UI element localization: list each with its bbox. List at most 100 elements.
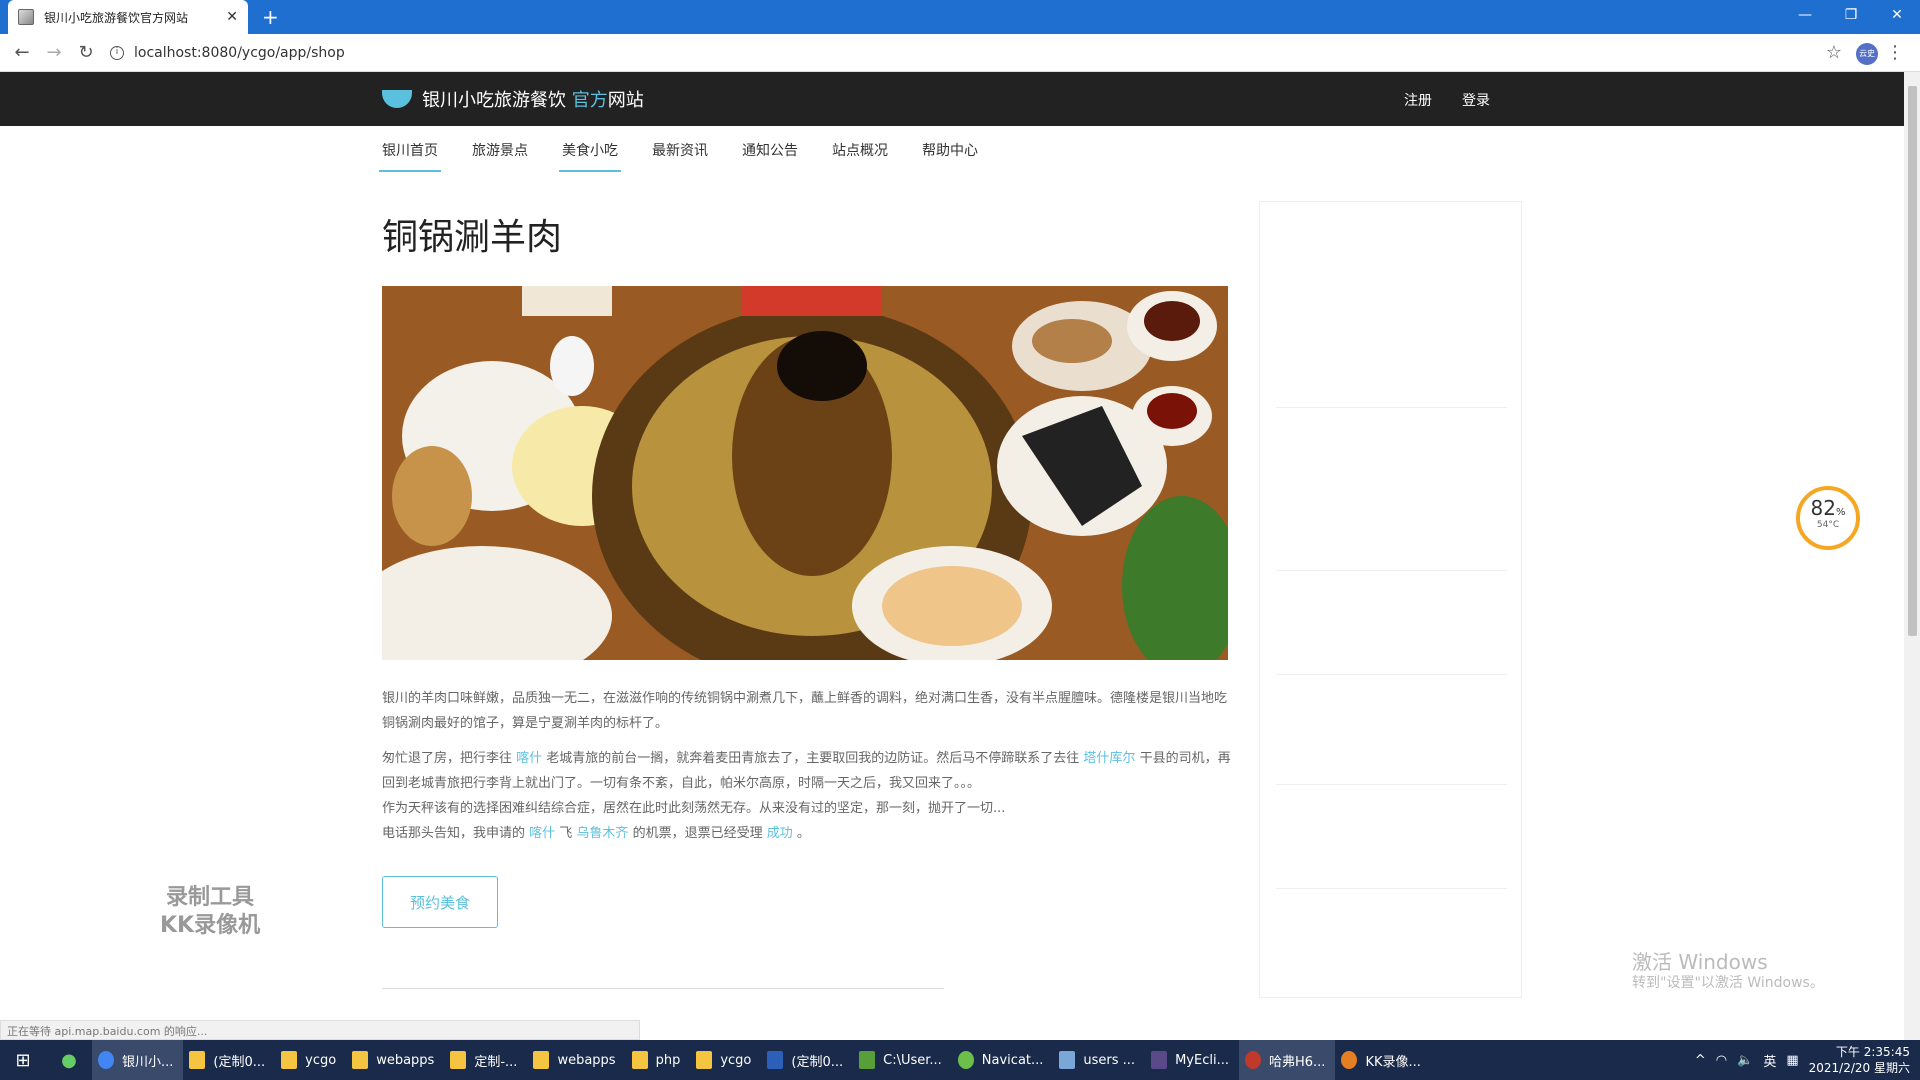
bookmark-star-icon[interactable]: ☆ bbox=[1826, 42, 1842, 63]
kk-recorder-icon bbox=[1341, 1051, 1358, 1069]
folder-icon bbox=[631, 1051, 648, 1069]
taskbar-item[interactable]: ycgo bbox=[275, 1040, 346, 1080]
tray-chevron-icon[interactable]: ^ bbox=[1695, 1053, 1706, 1068]
page-scrollbar[interactable] bbox=[1904, 72, 1920, 1040]
video-icon bbox=[1244, 1051, 1261, 1069]
new-tab-button[interactable]: + bbox=[262, 5, 279, 29]
taskbar-item[interactable]: 哈弗H6... bbox=[1238, 1040, 1336, 1080]
minimize-icon[interactable]: — bbox=[1782, 0, 1828, 30]
nav-help-center[interactable]: 帮助中心 bbox=[922, 140, 978, 172]
url-field[interactable]: i localhost:8080/ycgo/app/shop bbox=[110, 40, 1810, 66]
logo-text: 银川小吃旅游餐饮 官方网站 bbox=[422, 90, 644, 111]
forward-icon[interactable]: → bbox=[38, 42, 70, 63]
taskbar-item[interactable]: ycgo bbox=[690, 1040, 761, 1080]
site-header: 银川小吃旅游餐饮 官方网站 注册 登录 bbox=[0, 72, 1904, 126]
windows-taskbar: ⊞ ● 银川小... (定制0... ycgo webapps 定制-... w… bbox=[0, 1040, 1920, 1080]
nav-notices[interactable]: 通知公告 bbox=[742, 140, 798, 172]
taskbar-item[interactable]: users ... bbox=[1053, 1040, 1145, 1080]
nav-food[interactable]: 美食小吃 bbox=[559, 140, 621, 172]
browser-tab-bar: 银川小吃旅游餐饮官方网站 ✕ + — ❐ ✕ bbox=[0, 0, 1920, 34]
sidebar-divider bbox=[1276, 407, 1507, 408]
back-icon[interactable]: ← bbox=[6, 42, 38, 63]
taskbar-item[interactable]: 定制-... bbox=[444, 1040, 527, 1080]
link-tashkurgan[interactable]: 塔什库尔 bbox=[1083, 751, 1135, 766]
url-text: localhost:8080/ycgo/app/shop bbox=[134, 45, 345, 61]
folder-icon bbox=[189, 1051, 206, 1069]
reload-icon[interactable]: ↻ bbox=[70, 42, 102, 63]
gauge-value: 82% bbox=[1810, 496, 1846, 520]
link-urumqi[interactable]: 乌鲁木齐 bbox=[576, 826, 628, 841]
profile-avatar[interactable]: 云史 bbox=[1856, 43, 1878, 65]
windows-start-icon[interactable]: ⊞ bbox=[0, 1050, 46, 1071]
login-link[interactable]: 登录 bbox=[1462, 90, 1490, 110]
page-title: 铜锅涮羊肉 bbox=[382, 217, 563, 258]
browser-tab[interactable]: 银川小吃旅游餐饮官方网站 ✕ bbox=[8, 0, 248, 34]
content-divider bbox=[382, 988, 944, 989]
hotpot-illustration bbox=[382, 286, 1228, 660]
app-launcher-icon[interactable]: ● bbox=[46, 1050, 92, 1071]
taskbar-item[interactable]: webapps bbox=[346, 1040, 444, 1080]
article-paragraph-4: 电话那头告知，我申请的 喀什 飞 乌鲁木齐 的机票，退票已经受理 成功 。 bbox=[382, 826, 810, 841]
notepad-icon bbox=[859, 1051, 876, 1069]
taskbar-item[interactable]: (定制0... bbox=[183, 1040, 275, 1080]
taskbar-item[interactable]: (定制0... bbox=[761, 1040, 853, 1080]
nav-site-overview[interactable]: 站点概况 bbox=[832, 140, 888, 172]
taskbar-item[interactable]: MyEcli... bbox=[1145, 1040, 1239, 1080]
folder-icon bbox=[281, 1051, 298, 1069]
nav-home[interactable]: 银川首页 bbox=[379, 140, 441, 172]
taskbar-item[interactable]: 银川小... bbox=[92, 1040, 184, 1080]
article-paragraph-1: 银川的羊肉口味鲜嫩，品质独一无二，在滋滋作响的传统铜锅中涮煮几下，蘸上鲜香的调料… bbox=[382, 691, 1228, 731]
book-food-button[interactable]: 预约美食 bbox=[382, 876, 498, 928]
article-paragraph-2: 匆忙退了房，把行李往 喀什 老城青旅的前台一搁，就奔着麦田青旅去了，主要取回我的… bbox=[382, 751, 1231, 791]
restore-icon[interactable]: ❐ bbox=[1828, 0, 1874, 30]
navicat-icon bbox=[957, 1051, 974, 1069]
taskbar-item[interactable]: php bbox=[626, 1040, 691, 1080]
link-kashgar[interactable]: 喀什 bbox=[516, 751, 542, 766]
system-tray: ^ ◠ 🔈 英 ▦ 下午 2:35:45 2021/2/20 星期六 bbox=[1695, 1040, 1910, 1080]
folder-icon bbox=[352, 1051, 369, 1069]
word-icon bbox=[767, 1051, 784, 1069]
browser-status-bar: 正在等待 api.map.baidu.com 的响应... bbox=[0, 1020, 640, 1040]
taskbar-item[interactable]: KK录像... bbox=[1335, 1040, 1430, 1080]
header-links: 注册 登录 bbox=[1404, 90, 1490, 110]
eclipse-icon bbox=[1151, 1051, 1168, 1069]
sidebar-divider bbox=[1276, 674, 1507, 675]
sidebar-divider bbox=[1276, 784, 1507, 785]
recorder-watermark: 录制工具 KK录像机 bbox=[160, 885, 261, 938]
sidebar-divider bbox=[1276, 888, 1507, 889]
browser-menu-icon[interactable]: ⋮ bbox=[1886, 42, 1904, 63]
article-paragraph-3: 作为天秤该有的选择困难纠结综合症，居然在此时此刻荡然无存。从来没有过的坚定，那一… bbox=[382, 801, 1006, 816]
window-controls: — ❐ ✕ bbox=[1782, 0, 1920, 34]
close-window-icon[interactable]: ✕ bbox=[1874, 0, 1920, 30]
activate-windows-title: 激活 Windows bbox=[1632, 950, 1768, 974]
clock[interactable]: 下午 2:35:45 2021/2/20 星期六 bbox=[1809, 1044, 1910, 1076]
address-bar: ← → ↻ i localhost:8080/ycgo/app/shop ☆ 云… bbox=[0, 34, 1920, 72]
folder-icon bbox=[450, 1051, 467, 1069]
taskbar-item[interactable]: C:\User... bbox=[853, 1040, 952, 1080]
main-nav: 银川首页 旅游景点 美食小吃 最新资讯 通知公告 站点概况 帮助中心 bbox=[379, 140, 1012, 172]
site-info-icon[interactable]: i bbox=[110, 46, 124, 60]
keyboard-icon[interactable]: ▦ bbox=[1786, 1053, 1798, 1068]
table-icon bbox=[1059, 1051, 1076, 1069]
site-logo[interactable]: 银川小吃旅游餐饮 官方网站 bbox=[382, 86, 644, 112]
activate-windows-subtitle: 转到"设置"以激活 Windows。 bbox=[1632, 975, 1824, 991]
nav-news[interactable]: 最新资讯 bbox=[652, 140, 708, 172]
register-link[interactable]: 注册 bbox=[1404, 90, 1432, 110]
tab-title: 银川小吃旅游餐饮官方网站 bbox=[44, 10, 189, 25]
taskbar-item[interactable]: Navicat... bbox=[952, 1040, 1054, 1080]
ime-indicator[interactable]: 英 bbox=[1763, 1051, 1776, 1070]
system-monitor-gauge[interactable]: 82% 54°C bbox=[1796, 486, 1860, 550]
taskbar-item[interactable]: webapps bbox=[527, 1040, 625, 1080]
volume-icon[interactable]: 🔈 bbox=[1737, 1053, 1753, 1068]
scroll-thumb[interactable] bbox=[1908, 86, 1917, 636]
folder-icon bbox=[696, 1051, 713, 1069]
gauge-temperature: 54°C bbox=[1816, 520, 1840, 530]
link-kashgar-2[interactable]: 喀什 bbox=[529, 826, 555, 841]
logo-icon bbox=[382, 90, 412, 108]
hotpot-photo bbox=[382, 286, 1228, 660]
link-success[interactable]: 成功 bbox=[767, 826, 793, 841]
close-tab-icon[interactable]: ✕ bbox=[226, 9, 238, 25]
network-icon[interactable]: ◠ bbox=[1716, 1053, 1727, 1068]
nav-attractions[interactable]: 旅游景点 bbox=[472, 140, 528, 172]
folder-icon bbox=[533, 1051, 550, 1069]
